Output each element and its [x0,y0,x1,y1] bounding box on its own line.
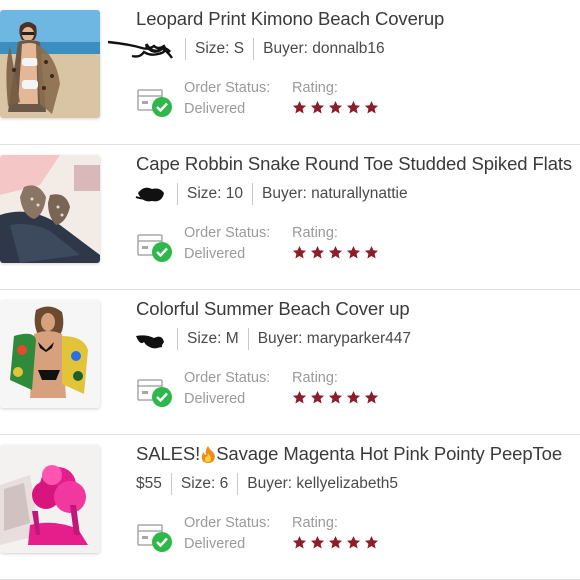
star-icon [364,390,379,404]
star-icon [346,245,361,259]
order-status-label: Order Status: [184,225,271,241]
order-status: Order Status: Delivered [184,78,270,120]
product-image[interactable] [0,155,100,263]
meta-divider [185,38,186,60]
order-status: Order Status: Delivered [184,513,270,555]
star-icon [364,100,379,114]
rating: Rating: [292,78,379,115]
order-row[interactable]: Cape Robbin Snake Round Toe Studded Spik… [0,145,580,290]
order-status: Order Status: Delivered [184,368,270,410]
fire-emoji-icon [201,446,215,463]
order-meta: Size: S Buyer: donnalb16 [107,38,385,60]
star-icon [328,100,343,114]
star-icon [292,100,307,114]
order-meta: Size: 10 Buyer: naturallynattie [135,183,408,205]
buyer-label[interactable]: Buyer: donnalb16 [263,40,385,58]
rating-stars [292,390,379,405]
rating: Rating: [292,223,379,260]
rating-stars [292,535,379,550]
star-icon [310,100,325,114]
star-icon [328,245,343,259]
price-label: $55 [136,475,162,492]
delivered-box-check-icon [137,524,172,552]
order-status-label: Order Status: [184,515,271,531]
order-status-label: Order Status: [184,370,271,386]
buyer-label[interactable]: Buyer: naturallynattie [262,185,408,203]
star-icon [310,390,325,404]
redacted-price-scribble [136,335,164,349]
delivered-box-check-icon [137,379,172,407]
order-status-value: Delivered [184,391,246,407]
product-title-text: Savage Magenta Hot Pink Pointy PeepToe [216,443,563,464]
delivered-box-check-icon [137,89,172,117]
size-label: Size: 10 [187,185,244,202]
order-status: Order Status: Delivered [184,223,270,265]
buyer-label[interactable]: Buyer: maryparker447 [258,330,411,348]
star-icon [328,390,343,404]
rating-label: Rating: [292,225,338,241]
meta-divider [177,183,178,205]
rating: Rating: [292,513,379,550]
meta-divider [170,473,172,495]
delivered-box-check-icon [137,234,172,262]
product-title[interactable]: Cape Robbin Snake Round Toe Studded Spik… [136,153,572,175]
redacted-price-scribble [107,40,173,59]
size-label: Size: M [187,330,239,347]
order-meta: $55 Size: 6 Buyer: kellyelizabeth5 [136,473,398,495]
star-icon [346,535,361,549]
buyer-label[interactable]: Buyer: kellyelizabeth5 [247,475,398,493]
star-icon [346,390,361,404]
order-row[interactable]: Leopard Print Kimono Beach Coverup Size:… [0,0,580,145]
product-title[interactable]: Leopard Print Kimono Beach Coverup [136,8,444,30]
order-status-value: Delivered [184,536,246,552]
rating-label: Rating: [292,515,338,531]
star-icon [364,245,379,259]
product-image[interactable] [0,445,100,553]
rating-stars [292,245,379,260]
star-icon [292,245,307,259]
star-icon [328,535,343,549]
star-icon [292,535,307,549]
product-title[interactable]: Colorful Summer Beach Cover up [136,298,410,320]
order-status-value: Delivered [184,101,246,117]
star-icon [346,100,361,114]
star-icon [310,245,325,259]
size-label: Size: S [195,40,245,57]
meta-divider [177,328,178,350]
star-icon [292,390,307,404]
star-icon [310,535,325,549]
product-image[interactable] [0,300,100,408]
order-meta: Size: M Buyer: maryparker447 [136,328,411,350]
meta-divider [237,473,239,495]
redacted-price-scribble [135,187,164,202]
rating-stars [292,100,379,115]
size-label: Size: 6 [180,475,229,492]
meta-divider [253,38,255,60]
rating-label: Rating: [292,80,338,96]
meta-divider [252,183,254,205]
product-title[interactable]: SALES! Savage Magenta Hot Pink Pointy Pe… [136,443,562,465]
order-status-label: Order Status: [184,80,271,96]
product-image[interactable] [0,10,100,118]
sale-prefix: SALES! [136,443,201,464]
star-icon [364,535,379,549]
rating: Rating: [292,368,379,405]
rating-label: Rating: [292,370,338,386]
meta-divider [247,328,249,350]
order-row[interactable]: Colorful Summer Beach Cover up Size: M B… [0,290,580,435]
order-status-value: Delivered [184,246,246,262]
order-row[interactable]: SALES! Savage Magenta Hot Pink Pointy Pe… [0,435,580,580]
